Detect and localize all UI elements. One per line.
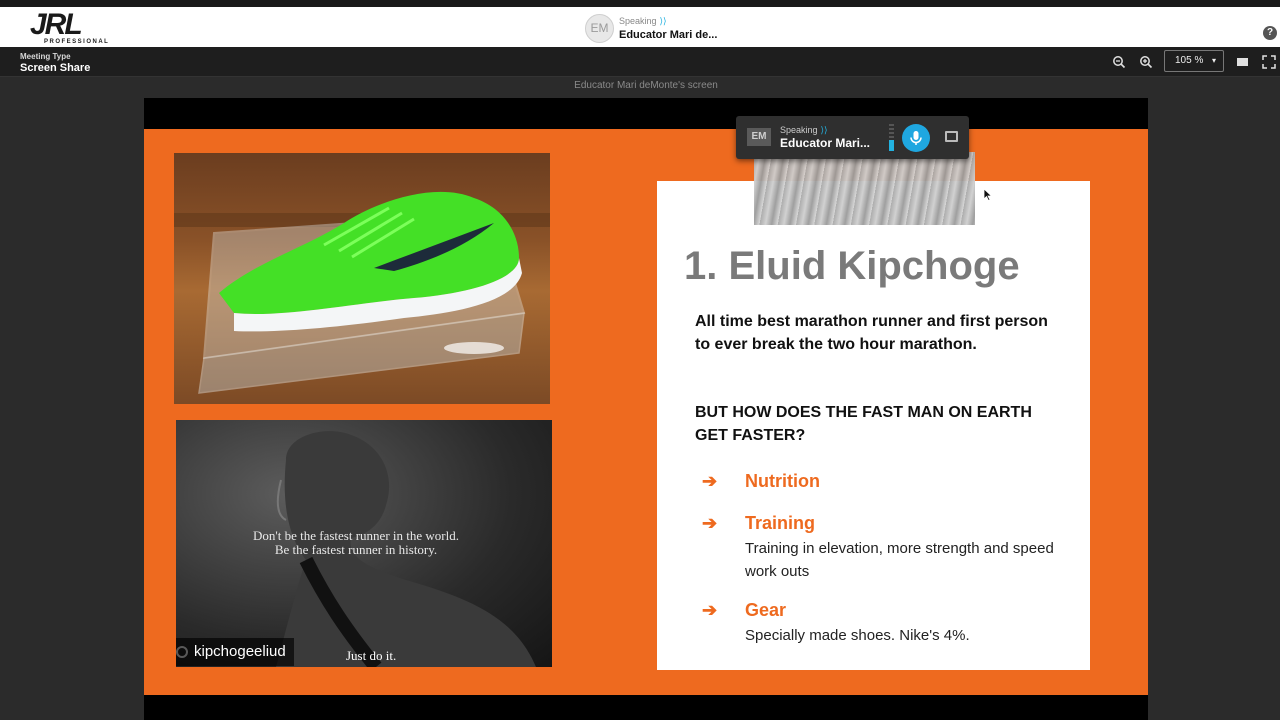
bullet-heading-nutrition: Nutrition bbox=[745, 471, 820, 491]
zoom-level-select[interactable]: 105 % ▾ bbox=[1164, 50, 1224, 72]
screen-layout-icon[interactable] bbox=[1236, 55, 1250, 69]
instagram-handle: kipchogeeliud bbox=[176, 638, 294, 666]
top-bar: JRL PROFESSIONAL EM Speaking ⟩⟩ Educator … bbox=[0, 0, 1280, 47]
floating-speaker-bar[interactable]: EM Speaking ⟩⟩ Educator Mari... bbox=[736, 116, 969, 159]
arrow-right-icon: ➔ bbox=[702, 513, 718, 533]
slide-title: 1. Eluid Kipchoge bbox=[684, 244, 1020, 288]
speaker-name: Educator Mari... bbox=[780, 136, 871, 150]
athlete-quote-line-2: Be the fastest runner in history. bbox=[274, 542, 438, 557]
bullet-desc-gear: Specially made shoes. Nike's 4%. bbox=[745, 627, 970, 644]
help-icon[interactable]: ? bbox=[1263, 26, 1277, 40]
mouse-cursor-icon bbox=[983, 188, 993, 206]
arrow-right-icon: ➔ bbox=[702, 600, 718, 620]
tape-decoration bbox=[754, 152, 975, 225]
jrl-logo: JRL PROFESSIONAL bbox=[30, 10, 112, 48]
bullet-heading-training: Training bbox=[745, 513, 816, 533]
zoom-out-icon[interactable] bbox=[1112, 55, 1126, 69]
speaker-avatar: EM bbox=[585, 14, 614, 43]
meeting-type-value: Screen Share bbox=[20, 62, 91, 74]
fullscreen-icon[interactable] bbox=[1262, 55, 1276, 69]
slide-paragraph-2: BUT HOW DOES THE FAST MAN ON EARTH GET F… bbox=[695, 404, 1032, 444]
shoe-photo bbox=[174, 153, 550, 404]
slide-paragraph-1: All time best marathon runner and first … bbox=[695, 313, 1048, 353]
bullet-desc-training: Training in elevation, more strength and… bbox=[745, 540, 1054, 580]
logo-letters: JRL bbox=[30, 8, 83, 41]
speaking-label: Speaking ⟩⟩ bbox=[780, 125, 828, 136]
audio-waves-icon: ⟩⟩ bbox=[659, 16, 667, 26]
microphone-button[interactable] bbox=[902, 124, 930, 152]
speaking-status-text: Speaking bbox=[619, 16, 657, 26]
speaking-status-text: Speaking bbox=[780, 125, 818, 135]
bullet-heading-gear: Gear bbox=[745, 600, 787, 620]
screen-owner-caption: Educator Mari deMonte's screen bbox=[574, 80, 718, 91]
meeting-type-label: Meeting Type bbox=[20, 52, 71, 61]
zoom-in-icon[interactable] bbox=[1139, 55, 1153, 69]
nike-tagline: Just do it. bbox=[346, 648, 397, 663]
athlete-photo: Don't be the fastest runner in the world… bbox=[176, 420, 552, 667]
meeting-toolbar: Meeting Type Screen Share 105 % ▾ bbox=[0, 47, 1280, 77]
arrow-right-icon: ➔ bbox=[702, 471, 718, 491]
mic-level-fill bbox=[889, 140, 894, 151]
speaking-label: Speaking ⟩⟩ bbox=[619, 16, 667, 27]
audio-waves-icon: ⟩⟩ bbox=[820, 125, 828, 135]
share-screen-icon[interactable] bbox=[945, 131, 958, 142]
mic-level-meter bbox=[889, 124, 894, 151]
speaker-name: Educator Mari de... bbox=[619, 29, 718, 41]
speaker-avatar: EM bbox=[747, 128, 771, 146]
microphone-icon bbox=[910, 131, 922, 145]
logo-subtitle: PROFESSIONAL bbox=[44, 39, 110, 45]
chevron-down-icon: ▾ bbox=[1211, 56, 1216, 65]
zoom-level-value: 105 % bbox=[1175, 55, 1204, 66]
